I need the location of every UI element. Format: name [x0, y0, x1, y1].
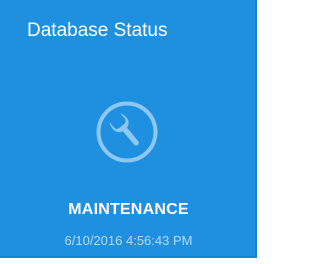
tile-title: Database Status	[27, 20, 168, 41]
database-status-tile[interactable]: Database Status MAINTENANCE 6/10/2016 4:…	[0, 0, 257, 258]
status-timestamp: 6/10/2016 4:56:43 PM	[64, 233, 193, 248]
wrench-icon	[95, 100, 159, 164]
status-label: MAINTENANCE	[68, 201, 189, 218]
